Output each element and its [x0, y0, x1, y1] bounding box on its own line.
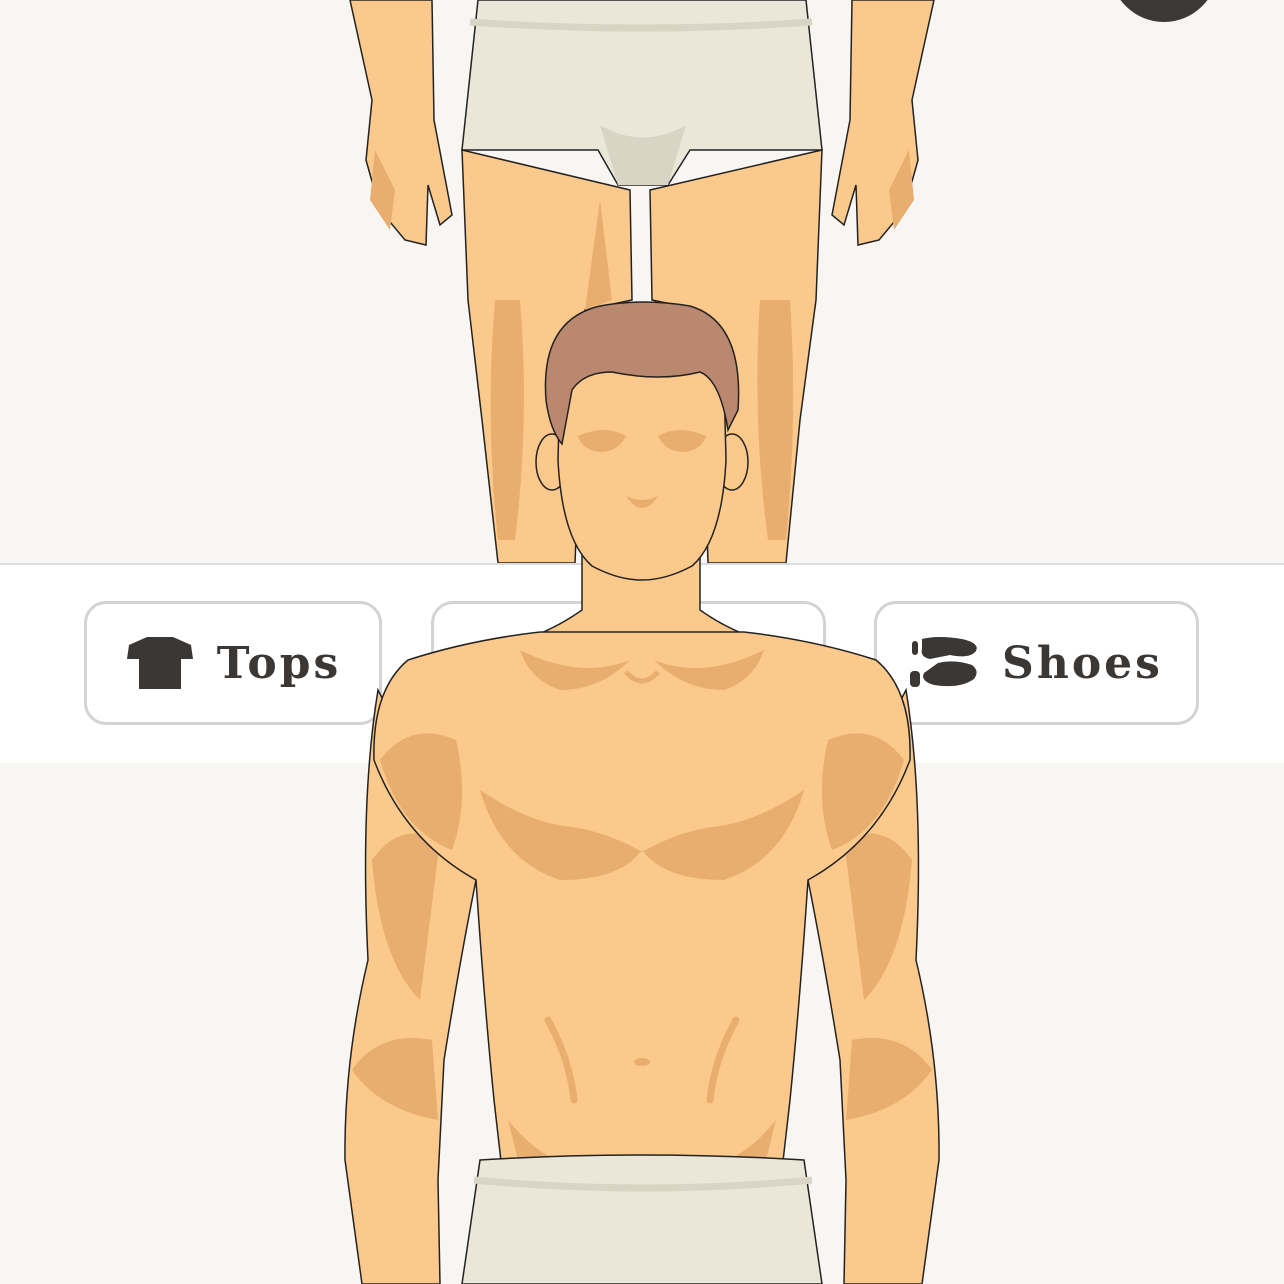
model-figure: [344, 301, 940, 1284]
